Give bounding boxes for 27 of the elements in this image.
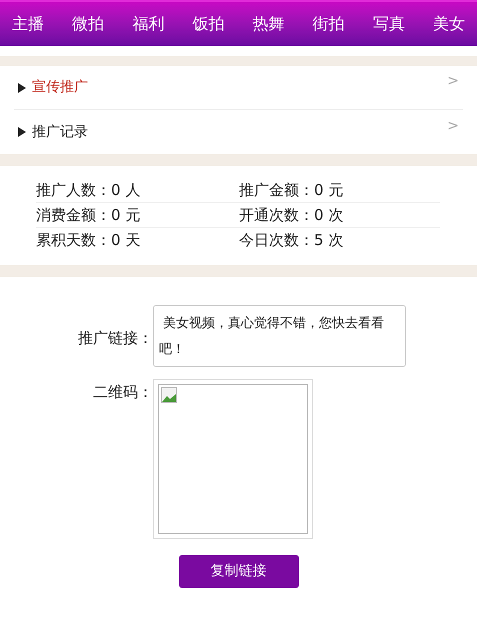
field-label: 二维码： (92, 382, 153, 403)
menu-label: 推广记录 (32, 122, 88, 142)
nav-link[interactable]: 主播 (12, 12, 44, 36)
stat-text: 开通次数：0 次 (239, 204, 344, 226)
nav-link[interactable]: 美女 (432, 12, 465, 36)
nav-link[interactable]: 福利 (132, 12, 164, 36)
chevron-icon: > (447, 116, 459, 136)
stat-text: 累积天数：0 天 (36, 230, 142, 252)
menu-item[interactable]: 宣传推广 > (14, 66, 463, 110)
stat-text: 推广金额：0 元 (239, 180, 344, 201)
triangle-icon (18, 82, 26, 92)
triangle-icon (18, 127, 26, 137)
nav-link[interactable]: 街拍 (312, 12, 345, 36)
stat-text: 推广人数：0 人 (36, 180, 142, 201)
nav-link[interactable]: 微拍 (72, 12, 104, 36)
nav-link[interactable]: 写真 (372, 12, 405, 36)
field-label: 推广链接： (77, 328, 153, 349)
nav-link[interactable]: 热舞 (252, 12, 285, 36)
stat-text: 今日次数：5 次 (239, 230, 344, 252)
broken-image-icon (161, 387, 177, 403)
stat-text: 消费金额：0 元 (36, 204, 142, 226)
link-field[interactable]: 美女视频，真心觉得不错，您快去看看吧！ (153, 305, 406, 367)
nav-link[interactable]: 饭拍 (192, 12, 224, 36)
chevron-icon: > (447, 71, 459, 92)
menu-label: 宣传推广 (32, 78, 88, 97)
copy-link-button[interactable]: 复制链接 (178, 555, 298, 588)
menu-item[interactable]: 推广记录 > (14, 110, 463, 154)
